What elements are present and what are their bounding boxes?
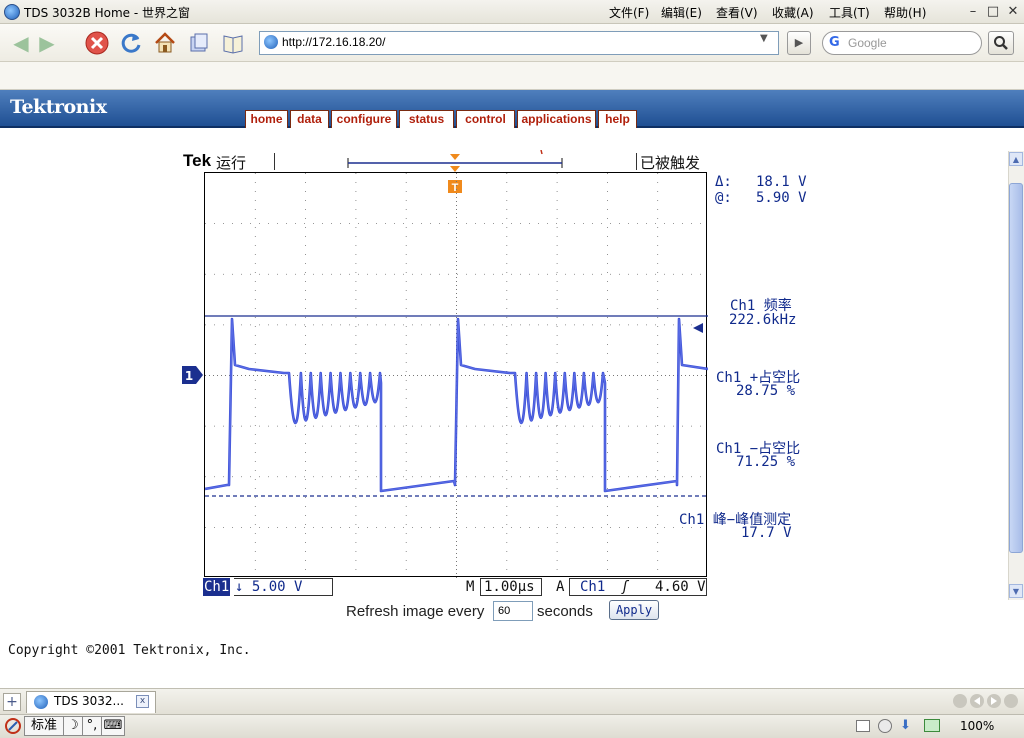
stop-icon[interactable] — [84, 30, 110, 56]
go-button[interactable]: ▶ — [787, 31, 811, 55]
ime-moon-icon[interactable]: ☽ — [63, 716, 83, 736]
secondary-toolbar — [0, 62, 1024, 90]
readout-channel: Ch1 — [203, 578, 231, 596]
minimize-button[interactable]: – — [964, 3, 982, 21]
page-icon — [34, 695, 48, 709]
ime-keyboard-icon[interactable]: ⌨ — [101, 716, 125, 736]
tab-home[interactable]: home — [245, 110, 288, 128]
browser-logo-icon — [4, 4, 20, 20]
measure-value: 71.25 % — [736, 454, 796, 470]
restore-button[interactable]: □ — [984, 3, 1002, 21]
measure-value: 222.6kHz — [729, 312, 797, 328]
svg-text:1: 1 — [185, 369, 193, 383]
close-tab-icon[interactable]: x — [136, 695, 149, 708]
status-divider — [274, 153, 275, 170]
search-placeholder: Google — [848, 36, 887, 50]
apply-button[interactable]: Apply — [609, 600, 659, 620]
measure-value: 17.7 V — [741, 525, 792, 541]
readout-scale-box — [234, 578, 333, 596]
ime-logo-icon — [4, 717, 22, 735]
tab-data[interactable]: data — [290, 110, 329, 128]
at-label: @: — [715, 190, 732, 206]
scope-graticule — [204, 172, 708, 578]
readout-trigger-prefix: A — [556, 579, 565, 595]
home-icon[interactable] — [152, 30, 178, 56]
ch1-ground-marker: 1 — [182, 366, 203, 384]
at-value: 5.90 V — [756, 190, 807, 206]
readout-time-scale: 1.00µs — [484, 579, 535, 595]
search-button[interactable] — [988, 31, 1014, 55]
url-text[interactable]: http://172.16.18.20/ — [282, 35, 385, 49]
readout-trigger-level: 4.60 V — [655, 579, 706, 595]
scope-run-state: 运行 — [216, 154, 247, 172]
close-button[interactable]: ✕ — [1004, 3, 1022, 21]
menu-tools[interactable]: 工具(T) — [829, 4, 870, 21]
scope-trigger-state: 已被触发 — [640, 154, 701, 172]
ime-mode-button[interactable]: 标准 — [24, 716, 64, 736]
copyright-text: Copyright ©2001 Tektronix, Inc. — [8, 643, 251, 658]
favorites-icon[interactable] — [220, 30, 246, 56]
ime-punctuation-icon[interactable]: °, — [82, 716, 102, 736]
back-icon[interactable]: ◀ — [8, 30, 34, 56]
delta-value: 18.1 V — [756, 174, 807, 190]
window-title: TDS 3032B Home - 世界之窗 — [24, 6, 190, 20]
new-tab-button[interactable]: + — [3, 693, 21, 711]
scope-brand: Tek — [183, 151, 212, 170]
refresh-icon[interactable] — [118, 30, 144, 56]
readout-trigger-channel: Ch1 — [580, 579, 606, 595]
tab-help[interactable]: help — [598, 110, 637, 128]
delta-label: Δ: — [715, 174, 732, 190]
history-icon[interactable] — [186, 30, 212, 56]
tab-control[interactable]: control — [456, 110, 515, 128]
tektronix-logo: Tektronix — [10, 96, 107, 118]
cursor-arrow-icon — [693, 323, 703, 333]
tab-status[interactable]: status — [399, 110, 454, 128]
status-security-icon[interactable] — [924, 719, 940, 732]
measure-value: 28.75 % — [736, 383, 796, 399]
tab-nav-controls[interactable] — [953, 693, 1019, 709]
menu-help[interactable]: 帮助(H) — [884, 4, 926, 21]
scroll-down-icon[interactable]: ▼ — [1009, 584, 1023, 598]
refresh-label: Refresh image every — [346, 603, 485, 620]
tab-configure[interactable]: configure — [331, 110, 397, 128]
trigger-slope-icon: ʃ — [621, 579, 630, 595]
scrollbar-thumb[interactable] — [1009, 183, 1023, 553]
zoom-level[interactable]: 100% — [960, 719, 994, 733]
scroll-up-icon[interactable]: ▲ — [1009, 152, 1023, 166]
url-dropdown-icon[interactable]: ▼ — [760, 33, 768, 44]
download-icon[interactable]: ⬇ — [900, 718, 911, 733]
menu-favorites[interactable]: 收藏(A) — [772, 4, 814, 21]
refresh-interval-input[interactable] — [493, 601, 533, 621]
status-divider — [636, 153, 637, 170]
menu-file[interactable]: 文件(F) — [609, 4, 649, 21]
search-input[interactable] — [822, 31, 982, 55]
browser-tab-label[interactable]: TDS 3032... — [54, 694, 124, 708]
forward-icon[interactable]: ▶ — [34, 30, 60, 56]
page-icon — [264, 35, 278, 49]
menu-edit[interactable]: 编辑(E) — [661, 4, 702, 21]
status-speed-icon[interactable] — [878, 719, 892, 733]
google-icon: G — [829, 35, 840, 50]
refresh-unit-label: seconds — [537, 603, 593, 620]
readout-time-prefix: M — [466, 579, 475, 595]
tab-applications[interactable]: applications — [517, 110, 596, 128]
status-page-icon[interactable] — [856, 720, 870, 732]
status-bar — [0, 714, 1024, 738]
menu-view[interactable]: 查看(V) — [716, 4, 758, 21]
